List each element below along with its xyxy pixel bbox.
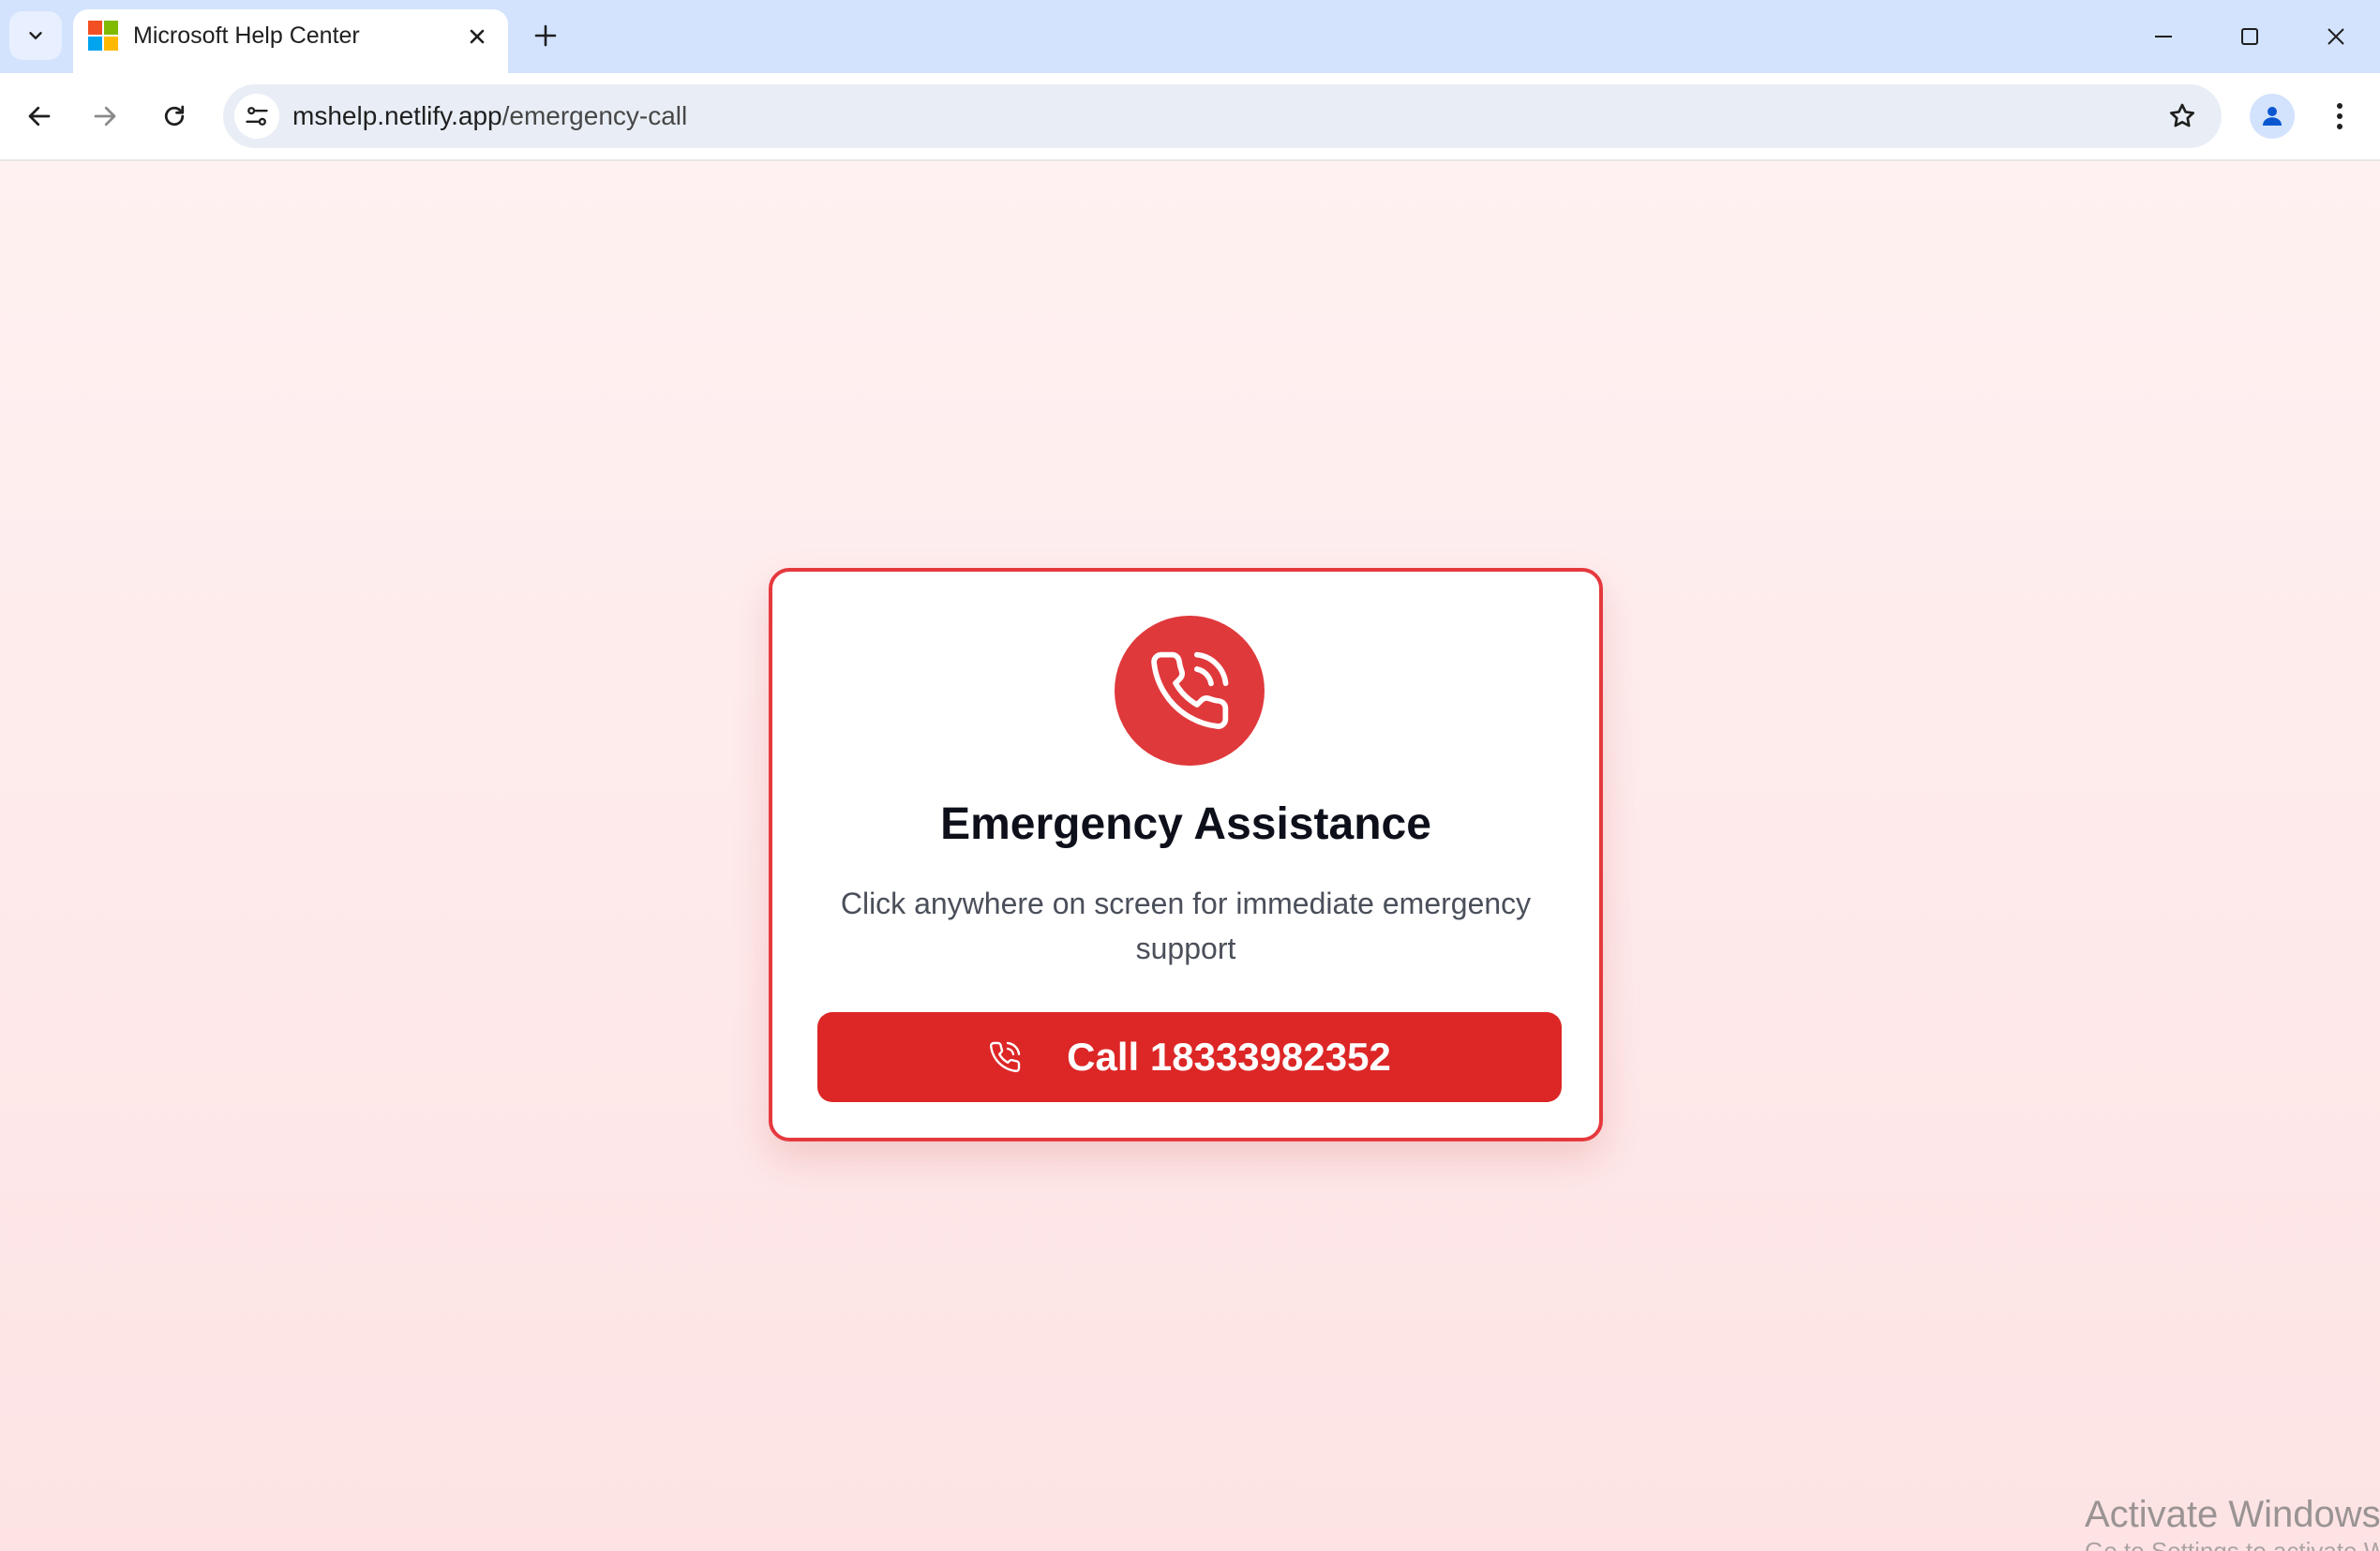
bookmark-button[interactable]	[2163, 97, 2201, 135]
phone-ringing-icon	[1151, 651, 1229, 729]
phone-badge	[1115, 616, 1265, 766]
minimize-button[interactable]	[2135, 13, 2192, 60]
tab-search-button[interactable]	[9, 11, 62, 60]
microsoft-logo-icon	[88, 21, 118, 51]
person-icon	[2263, 107, 2282, 126]
tab-strip: Microsoft Help Center	[0, 0, 2380, 73]
page-description: Click anywhere on screen for immediate e…	[840, 887, 1532, 965]
back-button[interactable]	[15, 92, 64, 141]
address-bar[interactable]: mshelp.netlify.app/emergency-call	[223, 84, 2222, 148]
forward-button[interactable]	[81, 92, 129, 141]
reload-button[interactable]	[150, 92, 199, 141]
kebab-menu-icon	[2337, 103, 2343, 129]
new-tab-button[interactable]	[527, 17, 564, 54]
arrow-right-icon	[94, 106, 116, 127]
browser-tab[interactable]: Microsoft Help Center	[73, 9, 508, 73]
plus-icon	[534, 24, 557, 47]
page-viewport[interactable]: Emergency Assistance Click anywhere on s…	[0, 161, 2380, 1551]
arrow-left-icon	[28, 106, 51, 127]
minimize-icon	[2155, 36, 2172, 37]
url-text[interactable]: mshelp.netlify.app/emergency-call	[292, 99, 687, 133]
phone-ringing-icon	[990, 1041, 1021, 1073]
profile-button[interactable]	[2250, 94, 2295, 139]
reload-icon	[164, 105, 185, 127]
url-host: mshelp.netlify.app	[292, 101, 502, 130]
page-title: Emergency Assistance	[940, 799, 1431, 849]
tune-icon	[246, 107, 268, 126]
tab-title: Microsoft Help Center	[133, 22, 360, 49]
call-button[interactable]: Call 18333982352	[817, 1012, 1562, 1102]
close-icon	[2328, 28, 2344, 45]
browser-toolbar: mshelp.netlify.app/emergency-call	[0, 73, 2380, 161]
close-window-button[interactable]	[2308, 13, 2364, 60]
maximize-icon	[2241, 28, 2258, 45]
activate-windows-watermark: Activate Windows	[2085, 1494, 2380, 1535]
call-button-label: Call 18333982352	[1067, 1035, 1391, 1079]
maximize-button[interactable]	[2222, 13, 2278, 60]
browser-menu-button[interactable]	[2317, 94, 2362, 139]
tab-close-button[interactable]	[463, 22, 491, 51]
close-icon	[470, 29, 485, 44]
site-info-button[interactable]	[234, 94, 279, 139]
star-icon	[2169, 103, 2195, 127]
url-path: /emergency-call	[501, 101, 688, 130]
chevron-down-icon	[29, 32, 42, 39]
emergency-card[interactable]: Emergency Assistance Click anywhere on s…	[769, 568, 1603, 1141]
activate-windows-subtext: Go to Settings to activate Windows.	[2085, 1537, 2380, 1551]
